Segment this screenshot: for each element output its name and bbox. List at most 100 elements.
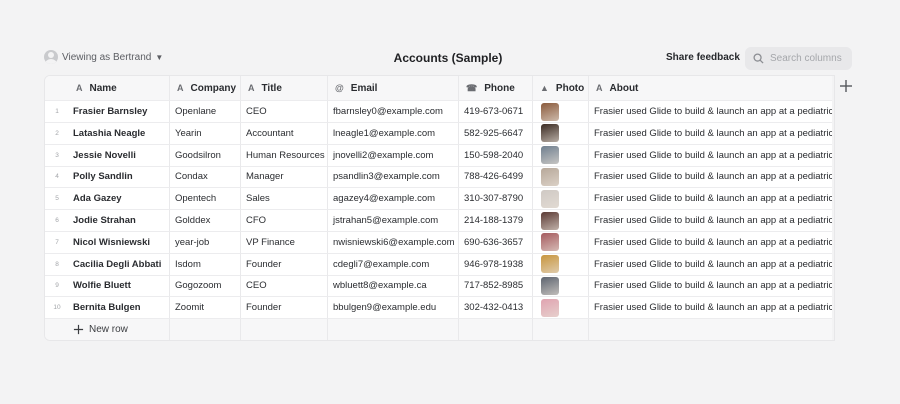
- cell-about[interactable]: Frasier used Glide to build & launch an …: [589, 188, 834, 211]
- cell-photo[interactable]: [533, 166, 589, 189]
- cell-about[interactable]: Frasier used Glide to build & launch an …: [589, 232, 834, 254]
- column-header-email[interactable]: @ Email: [328, 76, 459, 101]
- cell-phone[interactable]: 302-432-0413: [459, 297, 533, 320]
- cell-name[interactable]: Polly Sandlin: [69, 166, 170, 189]
- cell-email[interactable]: cdegli7@example.com: [328, 253, 459, 276]
- cell-phone[interactable]: 582-925-6647: [459, 122, 533, 145]
- cell-phone[interactable]: 717-852-8985: [459, 275, 533, 298]
- cell-email[interactable]: agazey4@example.com: [328, 188, 459, 211]
- cell-company[interactable]: Condax: [170, 166, 241, 189]
- column-header-label: Name: [89, 82, 117, 94]
- column-header-title[interactable]: A Title: [241, 76, 328, 101]
- cell-photo[interactable]: [533, 188, 589, 211]
- cell-email[interactable]: lneagle1@example.com: [328, 122, 459, 145]
- cell-company[interactable]: Golddex: [170, 210, 241, 232]
- cell-about[interactable]: Frasier used Glide to build & launch an …: [589, 145, 834, 167]
- column-header-company[interactable]: A Company: [170, 76, 241, 101]
- cell-title[interactable]: CEO: [241, 101, 328, 123]
- cell-photo[interactable]: [533, 297, 589, 320]
- cell-company[interactable]: Zoomit: [170, 297, 241, 320]
- cell-name[interactable]: Wolfie Bluett: [69, 275, 170, 298]
- cell-title[interactable]: VP Finance: [241, 231, 328, 254]
- cell-phone[interactable]: 214-188-1379: [459, 210, 533, 232]
- search-box[interactable]: [745, 47, 852, 70]
- cell-title[interactable]: CFO: [241, 210, 328, 232]
- cell-title[interactable]: Human Resources: [241, 144, 328, 167]
- cell-about[interactable]: Frasier used Glide to build & launch an …: [589, 254, 834, 276]
- share-feedback-button[interactable]: Share feedback: [666, 52, 740, 63]
- column-header-photo[interactable]: ▲ Photo: [533, 76, 589, 101]
- table-row[interactable]: 1 Frasier Barnsley Openlane CEO fbarnsley0@e…: [45, 101, 834, 123]
- viewing-as-selector[interactable]: Viewing as Bertrand ▼: [44, 50, 163, 64]
- search-columns-input[interactable]: [770, 53, 848, 64]
- empty-cell: [45, 319, 69, 340]
- cell-photo[interactable]: [533, 210, 589, 232]
- new-row-button[interactable]: New row: [73, 324, 128, 335]
- cell-company[interactable]: year-job: [170, 231, 241, 254]
- add-column-icon[interactable]: [838, 78, 854, 94]
- cell-name[interactable]: Jodie Strahan: [69, 210, 170, 232]
- cell-name[interactable]: Cacilia Degli Abbati: [69, 253, 170, 276]
- cell-title[interactable]: Founder: [241, 297, 328, 320]
- table-row[interactable]: 4 Polly Sandlin Condax Manager psandlin3@exa…: [45, 166, 834, 189]
- image-icon: ▲: [540, 83, 549, 93]
- cell-name[interactable]: Jessie Novelli: [69, 144, 170, 167]
- viewing-as-label: Viewing as Bertrand: [62, 51, 152, 63]
- cell-company[interactable]: Yearin: [170, 122, 241, 145]
- cell-email[interactable]: fbarnsley0@example.com: [328, 101, 459, 123]
- cell-photo[interactable]: [533, 275, 589, 298]
- cell-email[interactable]: nwisniewski6@example.com: [328, 231, 459, 254]
- cell-photo[interactable]: [533, 231, 589, 254]
- cell-title[interactable]: Founder: [241, 253, 328, 276]
- cell-title[interactable]: CEO: [241, 275, 328, 298]
- table-row[interactable]: 7 Nicol Wisniewski year-job VP Finance nwisn…: [45, 231, 834, 254]
- cell-photo[interactable]: [533, 144, 589, 167]
- cell-name[interactable]: Frasier Barnsley: [69, 101, 170, 123]
- cell-phone[interactable]: 690-636-3657: [459, 231, 533, 254]
- cell-company[interactable]: Openlane: [170, 101, 241, 123]
- cell-name[interactable]: Nicol Wisniewski: [69, 231, 170, 254]
- table-row[interactable]: 3 Jessie Novelli Goodsilron Human Resources…: [45, 144, 834, 167]
- cell-company[interactable]: Isdom: [170, 253, 241, 276]
- cell-name[interactable]: Ada Gazey: [69, 188, 170, 211]
- photo-thumbnail: [541, 167, 559, 186]
- cell-email[interactable]: psandlin3@example.com: [328, 166, 459, 189]
- table-row[interactable]: 9 Wolfie Bluett Gogozoom CEO wbluett8@exampl…: [45, 275, 834, 298]
- cell-company[interactable]: Gogozoom: [170, 275, 241, 298]
- table-row[interactable]: 8 Cacilia Degli Abbati Isdom Founder cdegli7…: [45, 253, 834, 276]
- cell-email[interactable]: bbulgen9@example.edu: [328, 297, 459, 320]
- cell-name[interactable]: Bernita Bulgen: [69, 297, 170, 320]
- cell-email[interactable]: jnovelli2@example.com: [328, 144, 459, 167]
- cell-company[interactable]: Goodsilron: [170, 144, 241, 167]
- cell-photo[interactable]: [533, 253, 589, 276]
- cell-company[interactable]: Opentech: [170, 188, 241, 211]
- cell-phone[interactable]: 150-598-2040: [459, 144, 533, 167]
- cell-email[interactable]: jstrahan5@example.com: [328, 210, 459, 232]
- cell-title[interactable]: Accountant: [241, 122, 328, 145]
- column-header-phone[interactable]: ☎ Phone: [459, 76, 533, 101]
- cell-photo[interactable]: [533, 122, 589, 145]
- cell-about[interactable]: Frasier used Glide to build & launch an …: [589, 210, 834, 232]
- cell-about[interactable]: Frasier used Glide to build & launch an …: [589, 297, 834, 320]
- cell-title[interactable]: Manager: [241, 166, 328, 189]
- cell-phone[interactable]: 946-978-1938: [459, 253, 533, 276]
- cell-email[interactable]: wbluett8@example.ca: [328, 275, 459, 298]
- cell-about[interactable]: Frasier used Glide to build & launch an …: [589, 275, 834, 298]
- cell-about[interactable]: Frasier used Glide to build & launch an …: [589, 123, 834, 145]
- column-header-name[interactable]: A Name: [69, 76, 170, 101]
- table-row[interactable]: 5 Ada Gazey Opentech Sales agazey4@example.c…: [45, 188, 834, 211]
- cell-photo[interactable]: [533, 101, 589, 123]
- cell-about[interactable]: Frasier used Glide to build & launch an …: [589, 101, 834, 123]
- cell-phone[interactable]: 419-673-0671: [459, 101, 533, 123]
- cell-title[interactable]: Sales: [241, 188, 328, 211]
- table-row[interactable]: 10 Bernita Bulgen Zoomit Founder bbulgen9@ex…: [45, 297, 834, 320]
- new-row-label: New row: [89, 324, 128, 335]
- column-header-label: About: [609, 82, 639, 94]
- table-row[interactable]: 6 Jodie Strahan Golddex CFO jstrahan5@exampl…: [45, 210, 834, 232]
- cell-about[interactable]: Frasier used Glide to build & launch an …: [589, 166, 834, 189]
- table-row[interactable]: 2 Latashia Neagle Yearin Accountant lneagle1…: [45, 122, 834, 145]
- column-header-about[interactable]: A About: [589, 76, 834, 101]
- cell-name[interactable]: Latashia Neagle: [69, 122, 170, 145]
- cell-phone[interactable]: 310-307-8790: [459, 188, 533, 211]
- cell-phone[interactable]: 788-426-6499: [459, 166, 533, 189]
